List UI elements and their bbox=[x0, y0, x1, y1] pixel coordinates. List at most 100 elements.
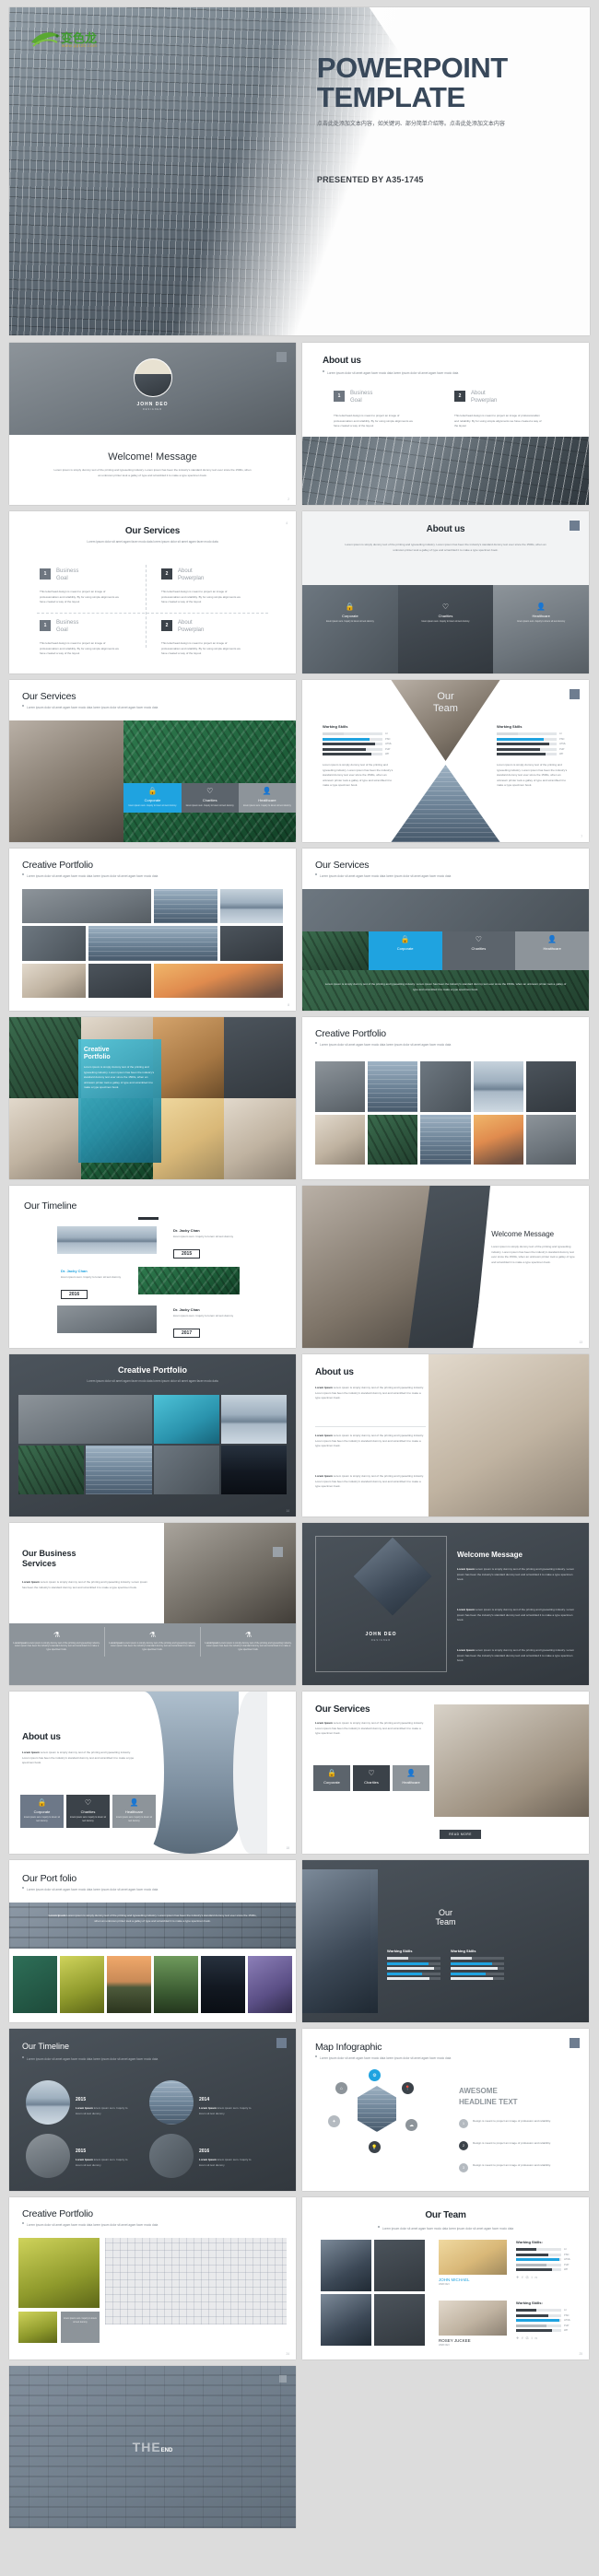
slide-creative-portfolio-overlay[interactable]: Creative Portfolio Lorem ipsum is simply… bbox=[9, 1017, 296, 1179]
member-card-1[interactable]: JOHN MICHAEL WEB DEV bbox=[439, 2240, 507, 2286]
portfolio-item[interactable] bbox=[154, 963, 283, 998]
service-column[interactable]: ⚗ Lorem Ipsum Lorem ipsum is simply dumm… bbox=[201, 1627, 296, 1657]
timeline-circle-2[interactable] bbox=[149, 2080, 194, 2125]
portfolio-caption[interactable]: lorem ipsum sum. Inquiry lo lorem sit te… bbox=[61, 2312, 100, 2343]
bulb-icon[interactable]: 💡 bbox=[369, 2141, 381, 2153]
timeline-photo-1[interactable] bbox=[57, 1226, 157, 1254]
timeline-photo-3[interactable] bbox=[57, 1306, 157, 1333]
tile-corporate[interactable]: 🔒 Corporate lorem ipsum sum. Inquiry lo … bbox=[123, 783, 182, 813]
tile-charities[interactable]: ♡ Charities lorem ipsum sum. Inquiry lo … bbox=[398, 599, 494, 628]
portfolio-item[interactable] bbox=[18, 2238, 100, 2308]
portfolio-item[interactable] bbox=[525, 1061, 576, 1112]
service-column[interactable]: ⚗ Lorem Ipsum Lorem ipsum is simply dumm… bbox=[9, 1626, 105, 1657]
slide-our-services-blue-tiles[interactable]: Our Services Lorem ipsum dolor sit amet … bbox=[302, 849, 589, 1011]
slide-the-end[interactable]: THEEND bbox=[9, 2366, 296, 2528]
brand-logo[interactable]: 变色龙 www.ppt20.com bbox=[29, 28, 114, 53]
portfolio-item[interactable] bbox=[88, 963, 151, 998]
service-columns[interactable]: ⚗ Lorem Ipsum Lorem ipsum is simply dumm… bbox=[9, 1626, 296, 1657]
portfolio-item[interactable] bbox=[22, 889, 151, 924]
service-1[interactable]: 1 Business Goal bbox=[40, 568, 78, 582]
tile-charities[interactable]: ♡ Charities bbox=[353, 1765, 390, 1791]
portfolio-item[interactable] bbox=[220, 1446, 287, 1494]
gear-icon[interactable]: ⚙ bbox=[369, 2069, 381, 2081]
portfolio-item[interactable] bbox=[315, 1114, 366, 1165]
timeline-photo-2[interactable] bbox=[138, 1267, 240, 1294]
social-icons[interactable]: ✈fGin bbox=[516, 2336, 573, 2340]
portfolio-item[interactable] bbox=[368, 1114, 418, 1165]
tile-healthcare[interactable]: 👤 Healthcare lorem ipsum sum. Inquiry lo… bbox=[493, 599, 589, 628]
portfolio-item[interactable] bbox=[248, 1956, 292, 2013]
team-portrait[interactable] bbox=[321, 2294, 371, 2346]
portfolio-item[interactable] bbox=[22, 963, 86, 998]
tile-corporate[interactable]: 🔒 Corporate lorem ipsum sum. Inquiry lo … bbox=[302, 599, 398, 628]
portfolio-item[interactable] bbox=[18, 2312, 57, 2343]
slide-welcome-message-photo[interactable]: Welcome Message Lorem ipsum is simply du… bbox=[302, 1186, 589, 1348]
portfolio-item[interactable] bbox=[154, 1956, 198, 2013]
portfolio-item[interactable] bbox=[219, 926, 283, 961]
cloud-icon[interactable]: ☁ bbox=[405, 2119, 417, 2131]
portfolio-item[interactable] bbox=[22, 926, 86, 961]
slide-our-services-quad[interactable]: Our Services Lorem ipsum dolor sit amet … bbox=[9, 511, 296, 673]
slide-creative-portfolio-grid[interactable]: Creative Portfolio Lorem ipsum dolor sit… bbox=[9, 849, 296, 1011]
portfolio-item[interactable] bbox=[420, 1061, 471, 1112]
portfolio-item[interactable] bbox=[368, 1061, 418, 1112]
portfolio-item[interactable] bbox=[473, 1114, 523, 1165]
portfolio-grid[interactable] bbox=[18, 1395, 287, 1494]
team-portrait-grid[interactable] bbox=[321, 2240, 425, 2346]
portfolio-item[interactable] bbox=[220, 1395, 287, 1444]
icon-tiles[interactable]: 🔒 Corporate lorem ipsum sum. Inquiry lo … bbox=[20, 1795, 156, 1828]
icon-tiles[interactable]: 🔒 Corporate ♡ Charities 👤 Healthcare bbox=[302, 931, 589, 970]
slide-about-us-desk[interactable]: About us Lorem Ipsum Lorem ipsum is simp… bbox=[302, 1354, 589, 1516]
portfolio-item[interactable] bbox=[154, 889, 217, 924]
slide-about-us-tower[interactable]: About us Lorem Ipsum Lorem ipsum is simp… bbox=[9, 1692, 296, 1854]
linkedin-icon[interactable]: in bbox=[532, 2336, 540, 2340]
icon-tiles[interactable]: 🔒 Corporate lorem ipsum sum. Inquiry lo … bbox=[123, 783, 296, 813]
tile-healthcare[interactable]: 👤 Healthcare lorem ipsum sum. Inquiry lo… bbox=[238, 783, 296, 813]
portfolio-item[interactable] bbox=[18, 1395, 152, 1444]
linkedin-icon[interactable]: in bbox=[532, 2275, 540, 2279]
slide-our-business-services[interactable]: Our Business Services Lorem Ipsum Lorem … bbox=[9, 1523, 296, 1685]
slide-welcome-message[interactable]: JOHN DEO DESIGNER Welcome! Message Lorem… bbox=[9, 343, 296, 505]
service-3[interactable]: 1 Business Goal bbox=[40, 620, 78, 634]
tile-corporate[interactable]: 🔒 Corporate lorem ipsum sum. Inquiry lo … bbox=[20, 1795, 64, 1828]
feature-2[interactable]: 2 About Powerplan bbox=[454, 391, 497, 404]
slide-our-timeline-images[interactable]: Our Timeline Dr. Jacky Chan lorem ipsum … bbox=[9, 1186, 296, 1348]
portfolio-item[interactable] bbox=[13, 1956, 57, 2013]
slide-about-us-icon-band[interactable]: About us Lorem ipsum is simply dummy tex… bbox=[302, 511, 589, 673]
slide-creative-portfolio-dark[interactable]: Creative Portfolio Lorem ipsum dolor sit… bbox=[9, 1354, 296, 1516]
portfolio-item[interactable] bbox=[525, 1114, 576, 1165]
portfolio-item[interactable] bbox=[88, 926, 217, 961]
star-icon[interactable]: ✦ bbox=[328, 2115, 340, 2127]
portfolio-item[interactable] bbox=[315, 1061, 366, 1112]
tile-healthcare[interactable]: 👤 Healthcare bbox=[515, 931, 589, 970]
slide-creative-portfolio-blueprint[interactable]: Creative Portfolio Lorem ipsum dolor sit… bbox=[9, 2197, 296, 2359]
timeline-circle-3[interactable] bbox=[26, 2134, 70, 2178]
portfolio-grid[interactable] bbox=[22, 889, 283, 998]
slide-map-infographic[interactable]: Map Infographic Lorem ipsum dolor sit am… bbox=[302, 2029, 589, 2191]
read-more-button[interactable]: READ MORE bbox=[440, 1830, 481, 1839]
portfolio-item[interactable] bbox=[420, 1114, 471, 1165]
team-portrait[interactable] bbox=[374, 2240, 425, 2291]
tile-charities[interactable]: ♡ Charities lorem ipsum sum. Inquiry lo … bbox=[181, 783, 239, 813]
portfolio-item[interactable] bbox=[201, 1956, 245, 2013]
timeline-circle-4[interactable] bbox=[149, 2134, 194, 2178]
slide-our-timeline-circles[interactable]: Our Timeline Lorem ipsum dolor sit amet … bbox=[9, 2029, 296, 2191]
slide-about-us-two-column[interactable]: About us Lorem ipsum dolor sit amet agam… bbox=[302, 343, 589, 505]
social-icons[interactable]: ✈fGin bbox=[516, 2275, 573, 2279]
home-icon[interactable]: ⌂ bbox=[335, 2082, 347, 2094]
team-portrait[interactable] bbox=[321, 2240, 371, 2291]
portfolio-strip[interactable] bbox=[13, 1956, 292, 2013]
portfolio-item[interactable] bbox=[18, 1446, 85, 1494]
service-2[interactable]: 2 About Powerplan bbox=[161, 568, 204, 582]
slide-our-team-portraits[interactable]: Our Team Working Skills Working Skills bbox=[302, 1860, 589, 2022]
slide-our-portfolio-strip[interactable]: Our Port folio Lorem ipsum dolor sit ame… bbox=[9, 1860, 296, 2022]
portfolio-item[interactable] bbox=[219, 889, 283, 924]
portfolio-grid[interactable] bbox=[315, 1061, 576, 1165]
tile-charities[interactable]: ♡ Charities lorem ipsum sum. Inquiry lo … bbox=[66, 1795, 110, 1828]
team-portrait[interactable] bbox=[374, 2294, 425, 2346]
service-4[interactable]: 2 About Powerplan bbox=[161, 620, 204, 634]
cover-slide[interactable]: 变色龙 www.ppt20.com POWERPOINT TEMPLATE 点击… bbox=[9, 7, 590, 335]
pin-icon[interactable]: 📍 bbox=[402, 2082, 414, 2094]
slide-our-team-cards[interactable]: Our Team Lorem ipsum dolor sit amet agam… bbox=[302, 2197, 589, 2359]
timeline-circle-1[interactable] bbox=[26, 2080, 70, 2125]
